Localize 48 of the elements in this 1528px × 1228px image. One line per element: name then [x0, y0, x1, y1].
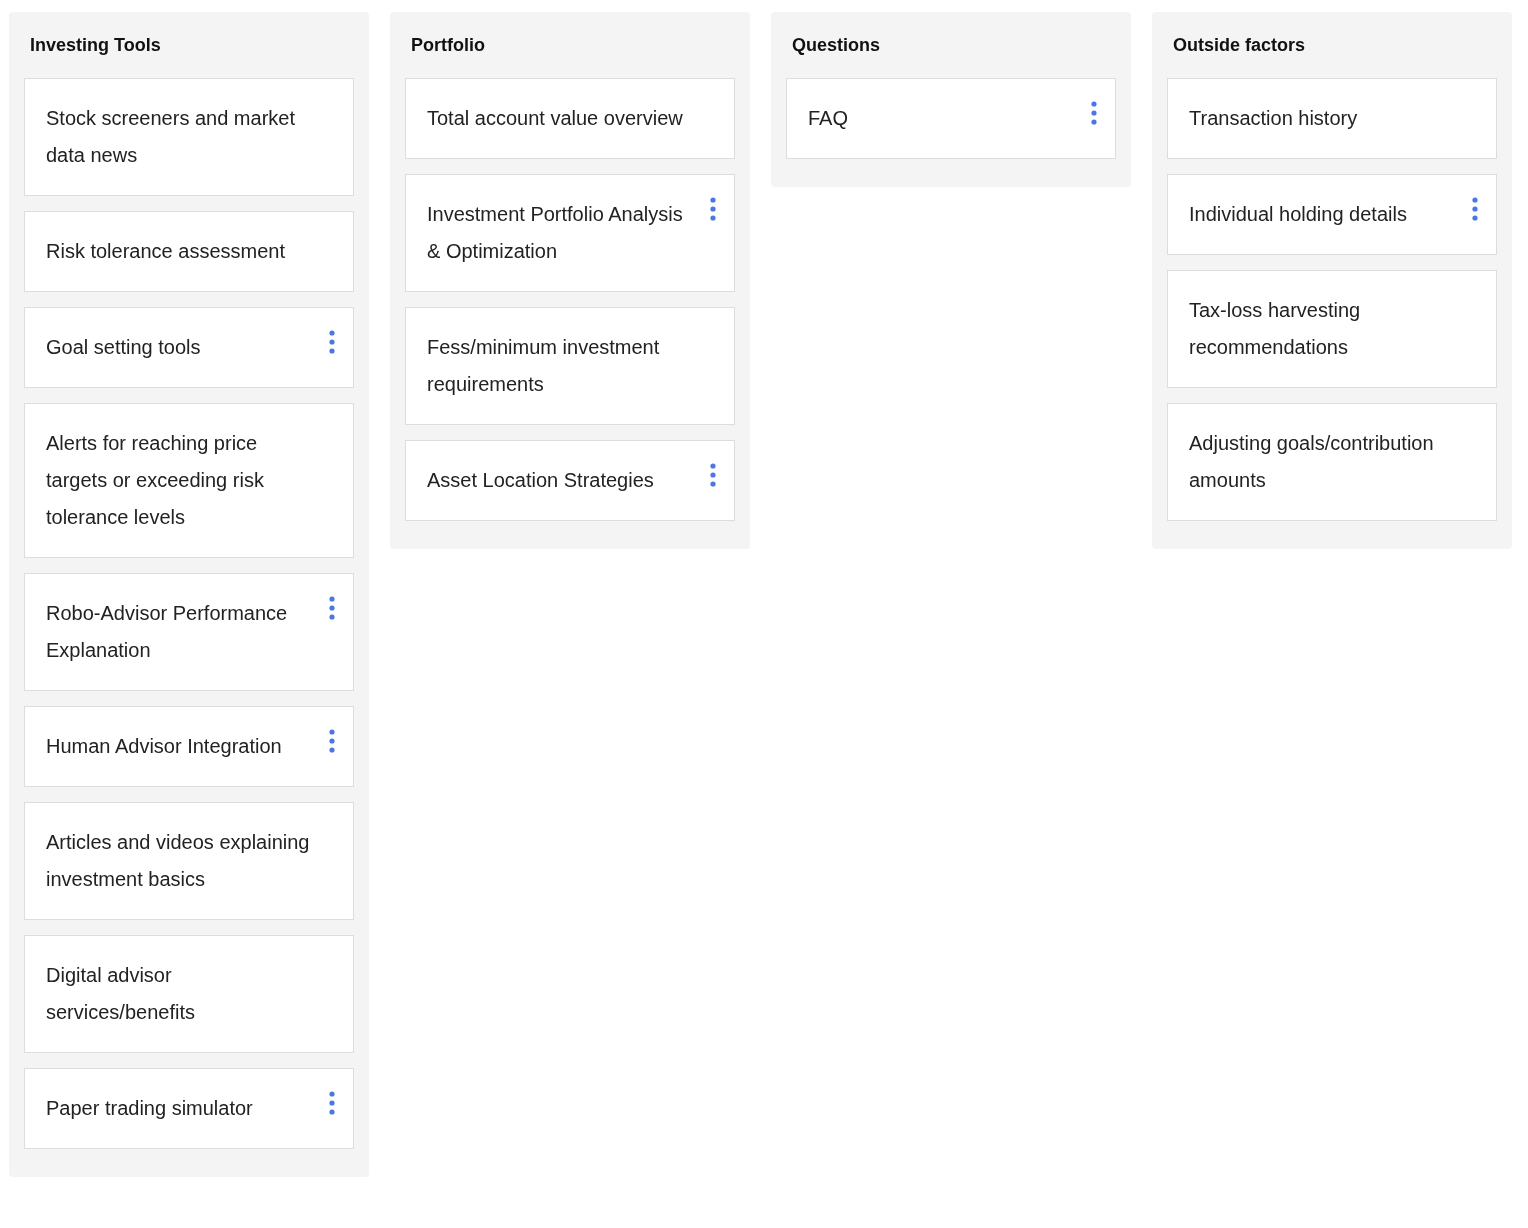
card-text: Individual holding details — [1189, 202, 1408, 227]
column-title: Investing Tools — [29, 33, 162, 57]
task-card[interactable]: Fess/minimum investment requirements — [405, 307, 735, 425]
more-vertical-icon — [329, 729, 335, 753]
task-card[interactable]: Human Advisor Integration — [24, 706, 354, 787]
more-vertical-icon — [329, 596, 335, 620]
task-card[interactable]: Risk tolerance assessment — [24, 211, 354, 292]
card-text: Goal setting tools — [46, 335, 202, 360]
card-text: Robo-Advisor Performance Explanation — [46, 601, 289, 663]
more-vertical-icon — [329, 1091, 335, 1115]
more-vertical-icon — [329, 330, 335, 354]
task-card[interactable]: Individual holding details — [1167, 174, 1497, 255]
task-card[interactable]: Goal setting tools — [24, 307, 354, 388]
card-text: Human Advisor Integration — [46, 734, 283, 759]
column-title: Portfolio — [410, 33, 486, 57]
task-card[interactable]: Transaction history — [1167, 78, 1497, 159]
task-card[interactable]: Adjusting goals/contribution amounts — [1167, 403, 1497, 521]
more-vertical-icon — [710, 197, 716, 221]
card-text: Investment Portfolio Analysis & Optimization — [427, 202, 684, 264]
more-vertical-icon — [1091, 101, 1097, 125]
card-text: Stock screeners and market data news — [46, 106, 296, 168]
task-card[interactable]: Robo-Advisor Performance Explanation — [24, 573, 354, 691]
card-text: Tax-loss harvesting recommendations — [1189, 298, 1362, 360]
card-text: Risk tolerance assessment — [46, 239, 286, 264]
card-text: FAQ — [808, 106, 849, 131]
card-text: Articles and videos explaining investment basics — [46, 830, 311, 892]
card-text: Paper trading simulator — [46, 1096, 254, 1121]
task-card[interactable]: Paper trading simulator — [24, 1068, 354, 1149]
card-text: Total account value overview — [427, 106, 684, 131]
task-card[interactable]: Digital advisor services/benefits — [24, 935, 354, 1053]
task-card[interactable]: FAQ — [786, 78, 1116, 159]
task-card[interactable]: Stock screeners and market data news — [24, 78, 354, 196]
task-card[interactable]: Alerts for reaching price targets or exceeding risk tolerance levels — [24, 403, 354, 558]
more-vertical-icon — [1472, 197, 1478, 221]
task-card[interactable]: Investment Portfolio Analysis & Optimization — [405, 174, 735, 292]
more-vertical-icon — [710, 463, 716, 487]
task-card[interactable]: Total account value overview — [405, 78, 735, 159]
card-text: Fess/minimum investment requirements — [427, 335, 661, 397]
task-card[interactable]: Tax-loss harvesting recommendations — [1167, 270, 1497, 388]
column-title: Questions — [791, 33, 881, 57]
task-card[interactable]: Asset Location Strategies — [405, 440, 735, 521]
card-text: Transaction history — [1189, 106, 1359, 131]
task-card[interactable]: Articles and videos explaining investment basics — [24, 802, 354, 920]
card-text: Adjusting goals/contribution amounts — [1189, 431, 1435, 493]
card-text: Asset Location Strategies — [427, 468, 655, 493]
card-text: Alerts for reaching price targets or exceeding risk tolerance levels — [46, 431, 265, 530]
card-text: Digital advisor services/benefits — [46, 963, 196, 1025]
column-title: Outside factors — [1172, 33, 1307, 57]
